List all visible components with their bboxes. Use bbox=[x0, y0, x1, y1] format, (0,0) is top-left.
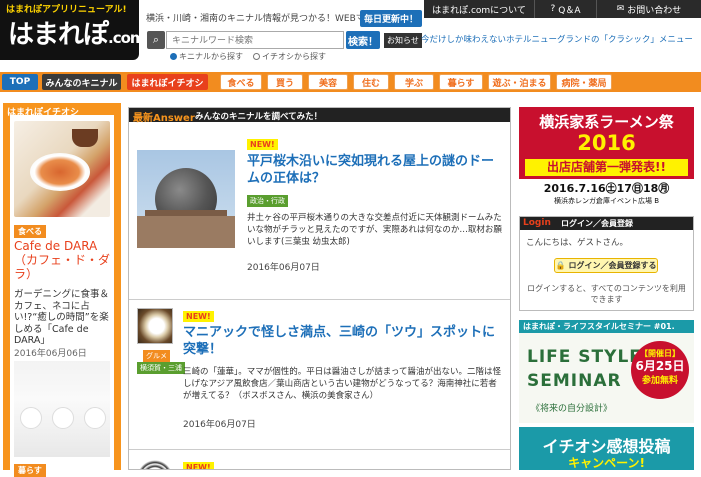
guest-greeting: こんにちは、ゲストさん。 bbox=[526, 238, 629, 248]
seminar-header: はまれぽ・ライフスタイルセミナー #01. bbox=[519, 320, 694, 333]
about-link[interactable]: はまれぽ.comについて bbox=[424, 0, 534, 18]
article-date: 2016年06月07日 bbox=[183, 420, 256, 430]
top-links: はまれぽ.comについて ? Q＆A ✉ お問い合わせ bbox=[424, 0, 701, 18]
ichioshi-sidebar: はまれぽイチオシ 食べる Cafe de DARA（カフェ・ド・ダラ） ガーデニ… bbox=[3, 103, 121, 477]
article-category[interactable]: 政治・行政 bbox=[247, 195, 288, 207]
search-button[interactable]: 検索！ bbox=[346, 31, 380, 49]
sidebar-article-desc: ガーデニングに食事＆カフェ、ネコに占い!?“癒しの時間”を楽しめる「Cafe d… bbox=[14, 289, 110, 346]
tab-hospital[interactable]: 病院・薬局 bbox=[556, 74, 612, 90]
login-note: ログインすると、すべてのコンテンツを利用できます bbox=[527, 284, 686, 304]
tab-minna-no-kininaru[interactable]: みんなのキニナル bbox=[42, 74, 121, 90]
tab-beauty[interactable]: 美容 bbox=[308, 74, 348, 90]
login-label: Login bbox=[523, 218, 551, 228]
seminar-banner[interactable]: LIFE STYLE SEMINAR 《将来の自分設計》 【開催日】 6月25日… bbox=[519, 333, 694, 423]
article-item[interactable]: NEW! 平戸桜木沿いに突如現れる屋上の謎のドームの正体は？ 政治・行政 井土ヶ… bbox=[129, 122, 510, 300]
notice-link[interactable]: 今だけしか味わえないホテルニューグランドの「クラシック」メニュー bbox=[421, 33, 693, 45]
article-thumbnail[interactable] bbox=[137, 308, 173, 344]
seminar-line3: 《将来の自分設計》 bbox=[531, 404, 613, 414]
logo-text: はまれぽ.com bbox=[8, 20, 146, 50]
new-badge: NEW! bbox=[247, 139, 278, 150]
right-sidebar: 横浜家系ラーメン祭 2016 出店店舗第一弾発表!! 2016.7.16㊏17㊐… bbox=[519, 107, 694, 470]
tab-ichioshi[interactable]: はまれぽイチオシ bbox=[127, 74, 208, 90]
seminar-line1: LIFE STYLE bbox=[527, 347, 642, 367]
building-graphic bbox=[137, 216, 235, 248]
cup-graphic bbox=[72, 129, 98, 147]
article-thumbnail[interactable] bbox=[137, 460, 173, 469]
search-input[interactable] bbox=[166, 31, 344, 49]
help-icon: ? bbox=[550, 4, 556, 14]
tab-living[interactable]: 暮らす bbox=[439, 74, 483, 90]
table-graphic bbox=[20, 407, 42, 429]
article-desc: 井土ヶ谷の平戸桜木通りの大きな交差点付近に天体観測ドームみたいな物がチラッと見え… bbox=[247, 213, 502, 247]
cafe-photo[interactable] bbox=[14, 121, 110, 217]
new-badge: NEW! bbox=[183, 311, 214, 322]
search-icon: ⌕ bbox=[147, 31, 165, 49]
ramen-title: 横浜家系ラーメン祭 bbox=[539, 113, 674, 131]
new-badge: NEW! bbox=[183, 462, 214, 469]
answer-heading: みんなのキニナルを調べてみた！ bbox=[195, 112, 323, 122]
category-badge-2[interactable]: 暮らす bbox=[14, 464, 46, 477]
ramen-festival-banner[interactable]: 横浜家系ラーメン祭 2016 出店店舗第一弾発表!! 2016.7.16㊏17㊐… bbox=[519, 107, 694, 207]
ramen-sub: 出店店舗第一弾発表!! bbox=[525, 159, 688, 176]
plate-graphic bbox=[30, 153, 90, 191]
lock-icon: 🔒 bbox=[555, 261, 566, 270]
article-desc: 三崎の「蓮華」。ママが個性的。平日は醤油さしが詰まって醤油が出ない。二階は怪しげ… bbox=[183, 367, 501, 401]
login-button[interactable]: 🔒 ログイン／会員登録する bbox=[554, 258, 658, 273]
tab-buy[interactable]: 買う bbox=[267, 74, 303, 90]
daily-update-badge: 毎日更新中！ bbox=[360, 10, 423, 27]
qa-link[interactable]: ? Q＆A bbox=[534, 0, 596, 18]
sidebar-article-title[interactable]: Cafe de DARA（カフェ・ド・ダラ） bbox=[14, 239, 112, 281]
sidebar-article-date: 2016年06月06日 bbox=[14, 349, 87, 359]
article-title[interactable]: マニアックで怪しさ満点、三崎の「ツウ」スポットに突撃！ bbox=[183, 324, 501, 358]
seminar-date-badge: 【開催日】 6月25日 参加無料 bbox=[631, 341, 689, 399]
login-title: ログイン／会員登録 bbox=[561, 219, 633, 228]
site-logo[interactable]: はまれぽアプリリニューアル! はまれぽ.com bbox=[0, 0, 146, 60]
table-graphic bbox=[52, 407, 74, 429]
login-header: Login ログイン／会員登録 bbox=[520, 217, 693, 230]
article-item[interactable]: グルメ 横須賀・三浦 NEW! マニアックで怪しさ満点、三崎の「ツウ」スポットに… bbox=[129, 300, 510, 450]
table-graphic bbox=[84, 407, 106, 429]
seminar-line2: SEMINAR bbox=[527, 371, 622, 391]
radio-kininaru[interactable]: キニナルから探す bbox=[170, 51, 243, 62]
article-thumbnail[interactable] bbox=[137, 150, 235, 248]
ramen-dates: 2016.7.16㊏17㊐18㊊ 横浜赤レンガ倉庫イベント広場 B bbox=[519, 179, 694, 207]
tab-top[interactable]: TOP bbox=[2, 74, 38, 90]
sidebar-card: 食べる Cafe de DARA（カフェ・ド・ダラ） ガーデニングに食事＆カフェ… bbox=[10, 115, 114, 477]
radio-ichioshi[interactable]: イチオシから探す bbox=[253, 51, 326, 62]
ramen-year: 2016 bbox=[577, 131, 636, 155]
article-category[interactable]: グルメ bbox=[143, 350, 170, 362]
article-date: 2016年06月07日 bbox=[247, 263, 320, 273]
category-badge[interactable]: 食べる bbox=[14, 225, 46, 238]
mail-icon: ✉ bbox=[616, 4, 625, 14]
notice-badge: お知らせ bbox=[384, 33, 422, 48]
tab-play-stay[interactable]: 遊ぶ・泊まる bbox=[488, 74, 551, 90]
site-tagline: 横浜・川崎・湘南のキニナル情報が見つかる！WEBマガジン bbox=[146, 14, 392, 24]
tab-live[interactable]: 住む bbox=[353, 74, 389, 90]
article-area[interactable]: 横須賀・三浦 bbox=[137, 362, 185, 374]
article-item[interactable]: NEW! bbox=[129, 450, 510, 469]
article-title[interactable]: 平戸桜木沿いに突如現れる屋上の謎のドームの正体は？ bbox=[247, 153, 503, 187]
tab-learn[interactable]: 学ぶ bbox=[394, 74, 434, 90]
login-box: Login ログイン／会員登録 こんにちは、ゲストさん。 🔒 ログイン／会員登録す… bbox=[519, 216, 694, 311]
radio-empty-icon bbox=[253, 53, 260, 60]
radio-selected-icon bbox=[170, 53, 177, 60]
answer-header: 最新Answer みんなのキニナルを調べてみた！ bbox=[129, 108, 510, 124]
answer-list: 最新Answer みんなのキニナルを調べてみた！ NEW! 平戸桜木沿いに突如現… bbox=[128, 107, 511, 470]
category-nav: TOP みんなのキニナル はまれぽイチオシ 食べる 買う 美容 住む 学ぶ 暮ら… bbox=[0, 72, 701, 92]
event-photo[interactable] bbox=[14, 361, 110, 457]
search-scope: キニナルから探す イチオシから探す bbox=[170, 51, 326, 62]
tab-eat[interactable]: 食べる bbox=[220, 74, 262, 90]
review-campaign-banner[interactable]: イチオシ感想投稿 キャンペーン! bbox=[519, 427, 694, 470]
contact-link[interactable]: ✉ お問い合わせ bbox=[596, 0, 701, 18]
header: はまれぽアプリリニューアル! はまれぽ.com 横浜・川崎・湘南のキニナル情報が… bbox=[0, 0, 701, 72]
campaign-sub: キャンペーン! bbox=[568, 456, 645, 470]
